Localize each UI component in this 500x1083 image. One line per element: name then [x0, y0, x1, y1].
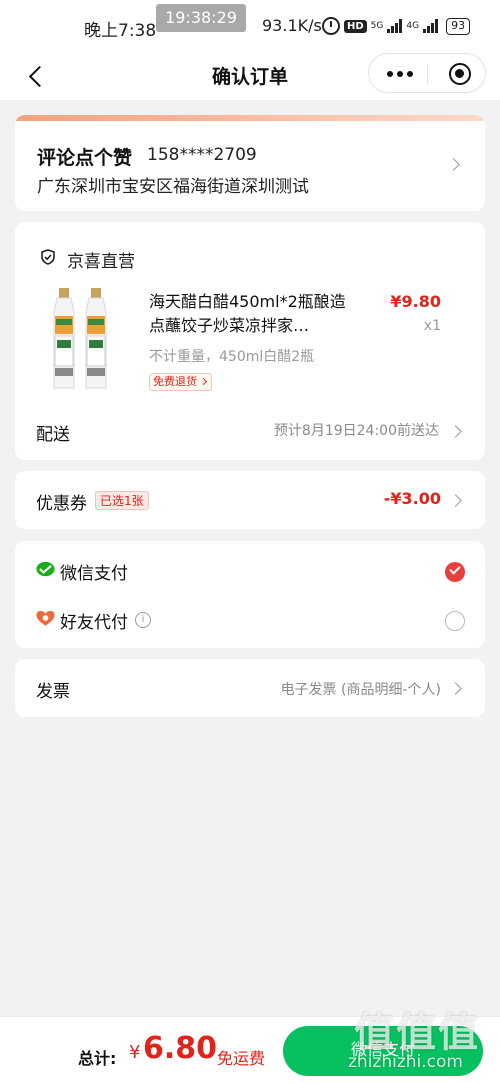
network-5g-label: 5G — [370, 20, 384, 31]
miniprogram-capsule — [368, 53, 486, 93]
recording-badge: 19:38:29 — [156, 4, 246, 32]
coupon-label: 优惠券 — [36, 494, 87, 514]
alarm-icon — [322, 17, 340, 35]
capsule-divider — [427, 64, 428, 84]
info-icon[interactable]: i — [135, 612, 151, 628]
payment-method-card: 微信支付 好友代付 i — [15, 541, 485, 648]
status-time: 晚上7:38 — [84, 21, 157, 41]
payment-option-friend-pay[interactable]: 好友代付 i — [15, 596, 485, 644]
recipient-phone: 158****2709 — [147, 145, 257, 165]
payment-option-wechat[interactable]: 微信支付 — [15, 547, 485, 595]
recipient-name: 评论点个赞 — [37, 147, 133, 169]
product-image[interactable] — [53, 288, 117, 392]
coupon-row[interactable]: 优惠券 已选1张 -¥3.00 — [15, 471, 485, 529]
product-spec: 不计重量，450ml白醋2瓶 — [149, 349, 315, 365]
order-goods-card: 京喜直营 海天醋白醋450ml*2瓶酿造点蘸饺子炒菜凉拌家… ¥9.80 x1 … — [15, 222, 485, 460]
invoice-row[interactable]: 发票 电子发票 (商品明细-个人) — [15, 659, 485, 717]
hd-icon: HD — [344, 19, 367, 33]
store-name: 京喜直营 — [67, 252, 135, 272]
address-strip — [15, 115, 485, 121]
invoice-value: 电子发票 (商品明细-个人) — [280, 682, 441, 698]
chevron-right-icon — [447, 158, 460, 171]
invoice-label: 发票 — [36, 682, 70, 702]
shipping-estimate[interactable]: 预计8月19日24:00前送达 — [274, 420, 439, 440]
friend-pay-icon — [36, 610, 55, 626]
watermark-url: zhizhizhi.com — [348, 1052, 463, 1072]
address-card[interactable]: 评论点个赞 158****2709 广东深圳市宝安区福海街道深圳测试 — [15, 115, 485, 211]
product-title[interactable]: 海天醋白醋450ml*2瓶酿造点蘸饺子炒菜凉拌家… — [149, 290, 361, 338]
site-watermark: 值值值 zhizhizhi.com — [348, 1000, 496, 1080]
product-quantity: x1 — [423, 318, 441, 334]
total-amount: 6.80 — [143, 1031, 218, 1066]
total-label: 总计: — [78, 1049, 117, 1068]
free-shipping-label: 免运费 — [217, 1049, 266, 1068]
radio-unchecked-icon[interactable] — [445, 611, 465, 631]
nav-bar: 确认订单 — [0, 52, 500, 100]
coupon-selected-badge: 已选1张 — [95, 491, 149, 510]
status-icons: HD 5G 4G 93 — [322, 15, 471, 37]
shield-icon — [41, 249, 55, 265]
signal-icon — [387, 19, 403, 33]
address-detail: 广东深圳市宝安区福海街道深圳测试 — [37, 177, 309, 197]
radio-checked-icon[interactable] — [445, 562, 465, 582]
chevron-right-icon — [449, 682, 462, 695]
status-bar: 晚上7:38 19:38:29 93.1K/s HD 5G 4G 93 — [0, 0, 500, 52]
more-icon[interactable] — [387, 71, 413, 77]
signal-icon — [423, 19, 439, 33]
network-4g-label: 4G — [406, 20, 420, 31]
total-currency: ¥ — [129, 1042, 141, 1063]
product-price: ¥9.80 — [390, 292, 441, 311]
wechat-pay-icon — [36, 561, 55, 577]
close-target-icon[interactable] — [449, 63, 471, 85]
chevron-right-icon[interactable] — [449, 425, 462, 438]
net-speed: 93.1K/s — [262, 16, 322, 35]
chevron-right-icon — [449, 494, 462, 507]
payment-option-label: 好友代付 — [60, 613, 128, 633]
watermark-logo: 值值值 — [354, 1010, 480, 1056]
battery-icon: 93 — [446, 17, 471, 35]
coupon-discount: -¥3.00 — [383, 489, 441, 508]
payment-option-label: 微信支付 — [60, 564, 128, 584]
free-return-tag[interactable]: 免费退货 — [149, 373, 212, 391]
shipping-label: 配送 — [36, 425, 70, 445]
